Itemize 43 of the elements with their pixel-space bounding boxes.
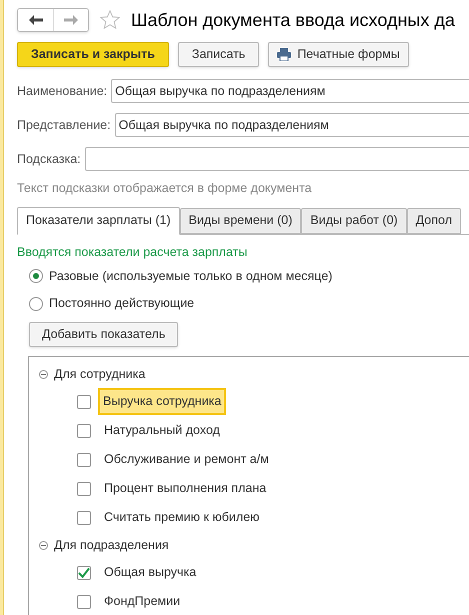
printer-icon <box>277 48 292 61</box>
checkbox[interactable] <box>77 566 91 580</box>
checkbox[interactable] <box>77 594 91 608</box>
save-button[interactable]: Записать <box>178 42 260 67</box>
tree-item-label[interactable]: Процент выполнения плана <box>101 477 270 500</box>
radio-label: Разовые (используемые только в одном месяце) <box>49 268 332 285</box>
tab[interactable]: Показатели зарплаты (1) <box>17 206 180 235</box>
field-label: Представление: <box>17 116 111 134</box>
text-field[interactable]: Общая выручка по подразделениям <box>114 113 469 137</box>
checkbox[interactable] <box>77 510 91 524</box>
tree-group-label: Для сотрудника <box>54 366 146 383</box>
field-label: Подсказка: <box>17 150 81 168</box>
checkbox[interactable] <box>77 452 91 466</box>
tree-item-label[interactable]: ФондПремии <box>101 590 184 613</box>
field-label: Наименование: <box>17 82 108 100</box>
save-and-close-button[interactable]: Записать и закрыть <box>17 42 169 67</box>
tree-item-label[interactable]: Выручка сотрудника <box>98 388 226 415</box>
tree-item-label[interactable]: Натуральный доход <box>101 419 223 442</box>
radio-button[interactable] <box>29 296 43 311</box>
tab[interactable]: Допол <box>406 208 462 234</box>
print-forms-button[interactable]: Печатные формы <box>268 42 409 67</box>
tab[interactable]: Виды времени (0) <box>180 208 302 234</box>
tree-group-label: Для подразделения <box>54 536 169 554</box>
window-title: Шаблон документа ввода исходных да <box>131 8 455 32</box>
section-title: Вводятся показатели расчета зарплаты <box>17 244 248 261</box>
add-indicator-button[interactable]: Добавить показатель <box>29 322 178 347</box>
tab[interactable]: Виды работ (0) <box>301 208 407 234</box>
collapse-icon[interactable] <box>39 370 48 378</box>
radio-label: Постоянно действующие <box>49 295 194 312</box>
text-field[interactable]: Общая выручка по подразделениям <box>111 79 469 103</box>
tree-item-label[interactable]: Обслуживание и ремонт а/м <box>101 448 272 471</box>
text-field[interactable] <box>84 147 469 171</box>
collapse-icon[interactable] <box>39 540 48 550</box>
tree-item-label[interactable]: Считать премию к юбилею <box>101 506 263 529</box>
checkbox[interactable] <box>77 424 91 438</box>
checkbox[interactable] <box>77 394 91 408</box>
right-arrow-icon <box>64 15 78 25</box>
left-arrow-icon <box>28 15 42 25</box>
hint-text: Текст подсказки отображается в форме документа <box>17 180 313 197</box>
tree-item-label[interactable]: Общая выручка <box>101 561 200 584</box>
radio-button[interactable] <box>29 268 43 283</box>
favorite-star-button[interactable] <box>99 9 121 31</box>
checkbox[interactable] <box>77 482 91 496</box>
